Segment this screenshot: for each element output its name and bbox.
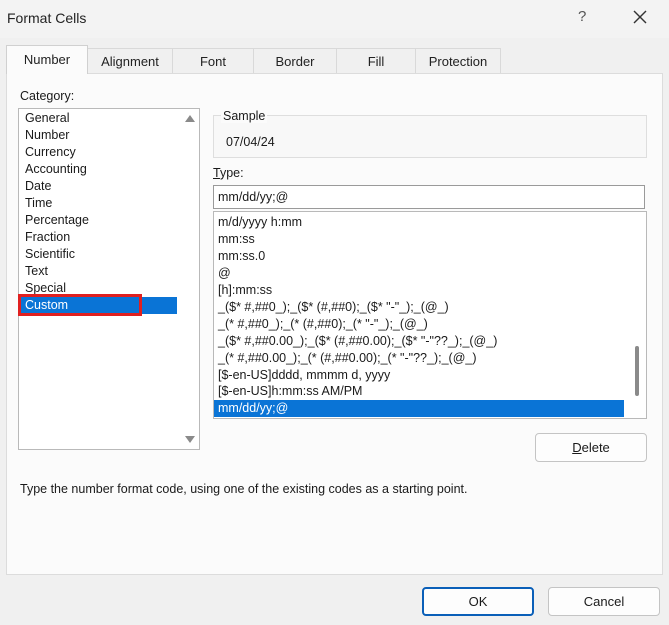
ok-button[interactable]: OK (422, 587, 534, 616)
category-scrollbar[interactable] (181, 109, 199, 449)
type-label: Type: (213, 166, 244, 180)
help-icon[interactable]: ? (578, 8, 586, 25)
tab-fill[interactable]: Fill (336, 48, 416, 74)
cancel-button[interactable]: Cancel (548, 587, 660, 616)
format-item[interactable]: mm:ss.0 (218, 248, 265, 265)
tab-protection[interactable]: Protection (415, 48, 501, 74)
category-item-text[interactable]: Text (25, 263, 48, 280)
close-icon[interactable] (630, 7, 650, 27)
format-item[interactable]: [$-en-US]dddd, mmmm d, yyyy (218, 367, 390, 384)
category-label: Category: (20, 89, 75, 103)
title-bar: Format Cells ? (0, 0, 669, 38)
category-item-scientific[interactable]: Scientific (25, 246, 75, 263)
category-item-percentage[interactable]: Percentage (25, 212, 89, 229)
scrollbar-thumb[interactable] (635, 346, 639, 396)
format-item[interactable]: _($* #,##0_);_($* (#,##0);_($* "-"_);_(@… (218, 299, 449, 316)
format-item[interactable]: [h]:mm:ss (218, 282, 272, 299)
format-item-selected-label: mm/dd/yy;@ (218, 401, 289, 415)
tab-number[interactable]: Number (6, 45, 88, 74)
scroll-up-arrow-icon[interactable] (185, 115, 195, 122)
category-list[interactable]: General Number Currency Accounting Date … (18, 108, 200, 450)
category-item-time[interactable]: Time (25, 195, 52, 212)
category-item-currency[interactable]: Currency (25, 144, 76, 161)
dialog-title: Format Cells (7, 10, 87, 26)
format-code-list[interactable]: m/d/yyyy h:mm mm:ss mm:ss.0 @ [h]:mm:ss … (213, 211, 647, 419)
format-item[interactable]: _($* #,##0.00_);_($* (#,##0.00);_($* "-"… (218, 333, 497, 350)
category-item-number[interactable]: Number (25, 127, 69, 144)
format-item[interactable]: @ (218, 265, 231, 282)
format-item[interactable]: _(* #,##0_);_(* (#,##0);_(* "-"_);_(@_) (218, 316, 428, 333)
highlight-box (18, 294, 142, 316)
delete-button[interactable]: Delete (535, 433, 647, 462)
format-item[interactable]: _(* #,##0.00_);_(* (#,##0.00);_(* "-"??_… (218, 350, 477, 367)
category-item-general[interactable]: General (25, 110, 69, 127)
format-item[interactable]: m/d/yyyy h:mm (218, 214, 302, 231)
hint-text: Type the number format code, using one o… (20, 482, 468, 496)
category-item-date[interactable]: Date (25, 178, 51, 195)
category-item-accounting[interactable]: Accounting (25, 161, 87, 178)
sample-value: 07/04/24 (226, 135, 275, 149)
tab-border[interactable]: Border (253, 48, 337, 74)
type-input[interactable] (213, 185, 645, 209)
format-list-scrollbar[interactable] (628, 212, 646, 418)
sample-label: Sample (221, 109, 268, 123)
scroll-down-arrow-icon[interactable] (185, 436, 195, 443)
tab-alignment[interactable]: Alignment (87, 48, 173, 74)
sample-group (213, 115, 647, 158)
format-item[interactable]: [$-en-US]h:mm:ss AM/PM (218, 383, 362, 400)
tab-font[interactable]: Font (172, 48, 254, 74)
category-item-fraction[interactable]: Fraction (25, 229, 70, 246)
format-item[interactable]: mm:ss (218, 231, 255, 248)
format-item-selected[interactable]: mm/dd/yy;@ (214, 400, 624, 417)
